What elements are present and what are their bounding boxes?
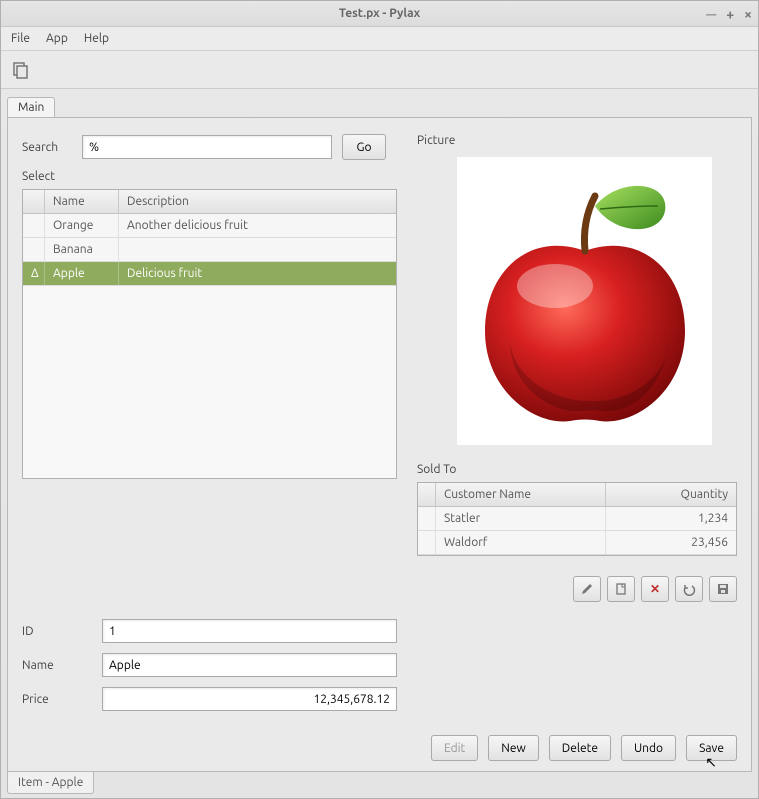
row-name: Apple — [45, 262, 119, 285]
undo-button[interactable]: Undo — [621, 735, 676, 761]
row-description: Another delicious fruit — [119, 214, 396, 237]
content-area: Main Search Go Select Name Descript — [1, 89, 758, 798]
picture-box — [457, 157, 712, 445]
row-mark: Δ — [23, 262, 45, 285]
delete-button[interactable]: Delete — [549, 735, 611, 761]
new-button[interactable]: New — [488, 735, 539, 761]
select-header-description[interactable]: Description — [119, 190, 396, 213]
undo-icon[interactable] — [675, 576, 703, 602]
close-icon[interactable]: × — [744, 6, 752, 22]
row-mark — [23, 214, 45, 237]
soldto-label: Sold To — [417, 463, 737, 476]
row-mark — [418, 507, 436, 530]
app-window: Test.px - Pylax ─ + × File App Help Main… — [0, 0, 759, 799]
row-description: Delicious fruit — [119, 262, 396, 285]
bottom-tabstrip: Item - Apple — [7, 772, 752, 798]
price-field[interactable] — [102, 687, 397, 711]
new-icon[interactable] — [607, 576, 635, 602]
soldto-iconbar: ✕ — [417, 576, 737, 602]
row-quantity: 1,234 — [606, 507, 736, 530]
main-panel: Search Go Select Name Description Orange… — [7, 117, 752, 772]
table-row[interactable]: Banana — [23, 238, 396, 262]
search-input[interactable] — [82, 135, 332, 159]
pencil-icon[interactable] — [573, 576, 601, 602]
window-controls: ─ + × — [706, 6, 752, 22]
name-label: Name — [22, 659, 92, 672]
soldto-header-customer[interactable]: Customer Name — [436, 483, 606, 506]
row-customer: Waldorf — [436, 531, 606, 554]
row-quantity: 23,456 — [606, 531, 736, 554]
picture-label: Picture — [417, 134, 737, 147]
menu-file[interactable]: File — [11, 32, 30, 45]
price-label: Price — [22, 693, 92, 706]
name-field[interactable] — [102, 653, 397, 677]
select-header-mark[interactable] — [23, 190, 45, 213]
copy-icon[interactable] — [9, 58, 33, 82]
table-row[interactable]: Waldorf23,456 — [418, 531, 736, 555]
row-mark — [418, 531, 436, 554]
table-row[interactable]: Statler1,234 — [418, 507, 736, 531]
menubar: File App Help — [1, 27, 758, 51]
row-description — [119, 238, 396, 261]
save-icon[interactable] — [709, 576, 737, 602]
maximize-icon[interactable]: + — [726, 6, 734, 22]
toolbar — [1, 51, 758, 89]
fields-block: ID Name Price — [22, 619, 397, 721]
titlebar: Test.px - Pylax ─ + × — [1, 1, 758, 27]
select-header-name[interactable]: Name — [45, 190, 119, 213]
search-label: Search — [22, 141, 72, 154]
row-customer: Statler — [436, 507, 606, 530]
menu-app[interactable]: App — [46, 32, 68, 45]
row-name: Banana — [45, 238, 119, 261]
right-column: Picture — [417, 134, 737, 721]
table-row[interactable]: OrangeAnother delicious fruit — [23, 214, 396, 238]
soldto-grid: Customer Name Quantity Statler1,234Waldo… — [417, 482, 737, 556]
apple-image — [470, 171, 700, 431]
top-tabstrip: Main — [7, 95, 752, 117]
soldto-header-mark[interactable] — [418, 483, 436, 506]
soldto-header-quantity[interactable]: Quantity — [606, 483, 736, 506]
edit-button[interactable]: Edit — [431, 735, 478, 761]
delete-icon[interactable]: ✕ — [641, 576, 669, 602]
select-label: Select — [22, 170, 397, 183]
cursor-icon: ↖ — [705, 754, 717, 771]
id-label: ID — [22, 625, 92, 638]
menu-help[interactable]: Help — [84, 32, 109, 45]
go-button[interactable]: Go — [342, 134, 386, 160]
tab-main[interactable]: Main — [7, 97, 55, 117]
main-button-row: Edit New Delete Undo Save ↖ — [22, 735, 737, 761]
window-title: Test.px - Pylax — [339, 7, 420, 20]
tab-item[interactable]: Item - Apple — [7, 772, 94, 794]
select-grid: Name Description OrangeAnother delicious… — [22, 189, 397, 479]
table-row[interactable]: ΔAppleDelicious fruit — [23, 262, 396, 286]
row-name: Orange — [45, 214, 119, 237]
minimize-icon[interactable]: ─ — [706, 6, 716, 22]
id-field[interactable] — [102, 619, 397, 643]
left-column: Search Go Select Name Description Orange… — [22, 134, 397, 721]
row-mark — [23, 238, 45, 261]
